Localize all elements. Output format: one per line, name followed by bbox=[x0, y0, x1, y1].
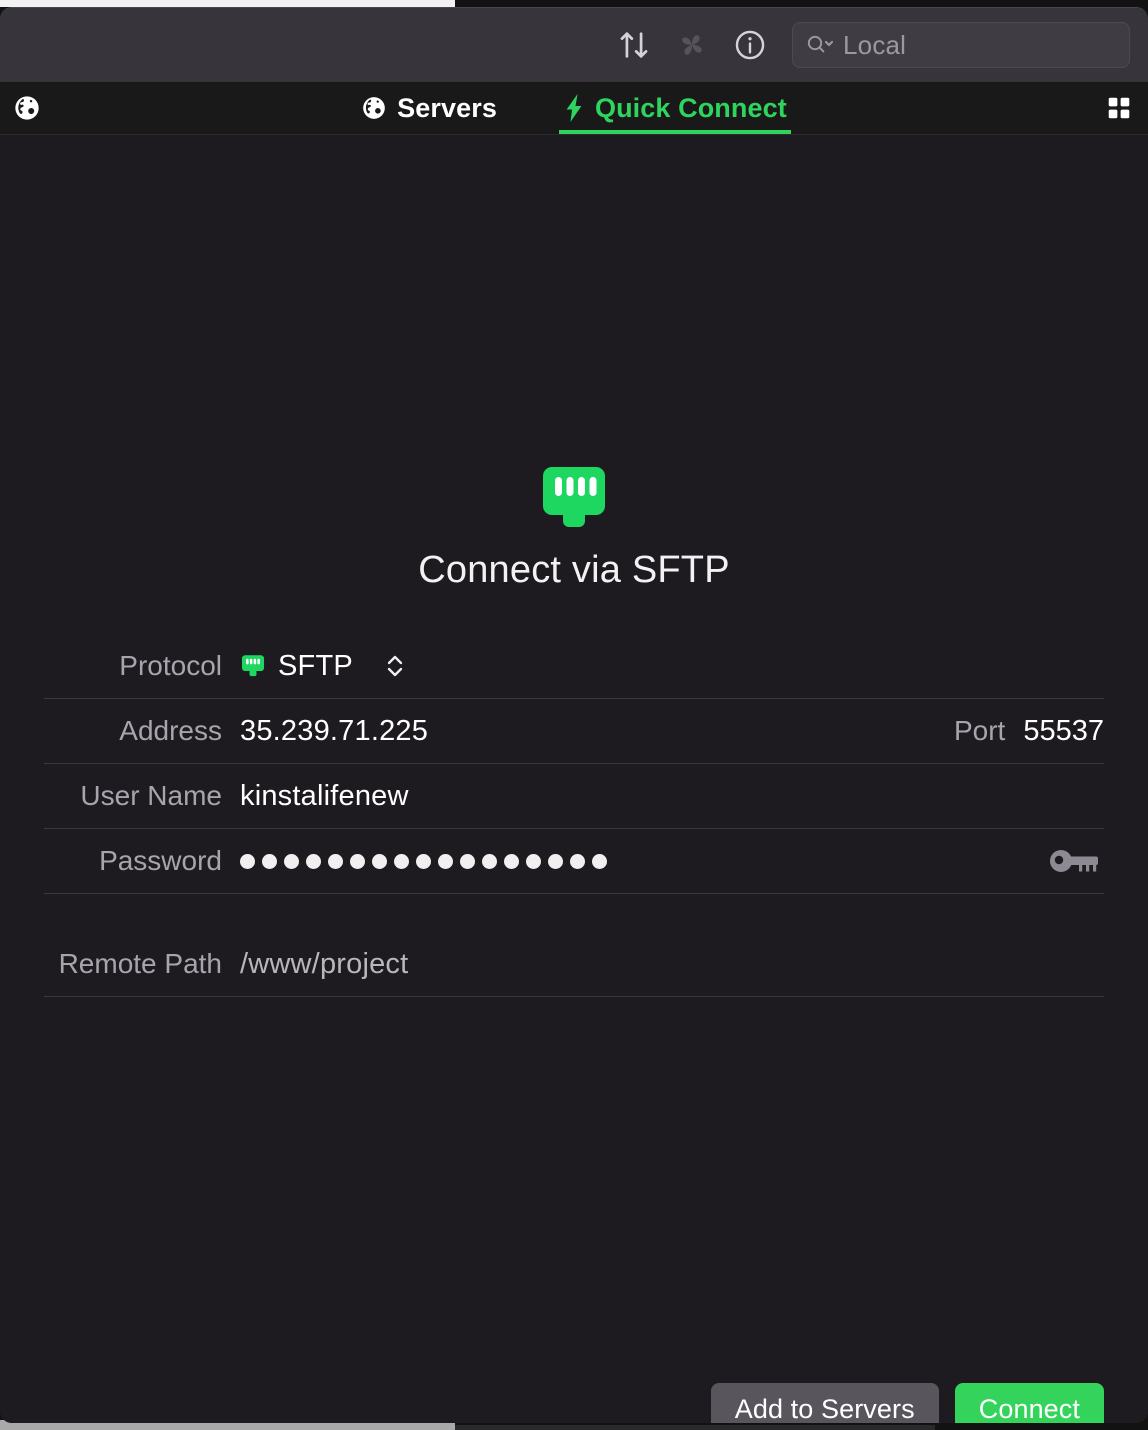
port-label: Port bbox=[953, 715, 1006, 746]
password-dot bbox=[460, 853, 475, 869]
connect-button[interactable]: Connect bbox=[954, 1383, 1104, 1423]
background-window-bottom-strip-secondary bbox=[455, 1425, 935, 1430]
password-dot bbox=[328, 853, 343, 869]
globe-icon bbox=[361, 95, 387, 121]
address-label: Address bbox=[119, 715, 222, 746]
lightning-bolt-icon bbox=[563, 94, 585, 122]
info-circle-icon[interactable] bbox=[724, 22, 776, 68]
app-window: Local Servers Quick Connect Connect via … bbox=[0, 7, 1148, 1423]
key-icon[interactable] bbox=[1048, 846, 1102, 876]
protocol-label: Protocol bbox=[119, 650, 222, 681]
sftp-plug-icon bbox=[240, 654, 266, 678]
tab-quick-connect-label: Quick Connect bbox=[594, 92, 787, 123]
username-label: User Name bbox=[80, 780, 222, 811]
password-dot bbox=[570, 853, 585, 869]
tab-servers[interactable]: Servers bbox=[357, 82, 501, 134]
page-title: Connect via SFTP bbox=[418, 549, 730, 591]
password-dot bbox=[394, 853, 409, 869]
form-row-protocol: Protocol SFTP bbox=[44, 634, 1104, 699]
globe-icon[interactable] bbox=[10, 91, 44, 125]
search-placeholder-text: Local bbox=[843, 29, 907, 60]
search-icon bbox=[805, 32, 835, 58]
background-window-top-strip bbox=[0, 0, 455, 7]
password-dot bbox=[240, 853, 255, 869]
password-dot bbox=[262, 853, 277, 869]
password-dot bbox=[416, 853, 431, 869]
form-row-address: Address 35.239.71.225 Port 55537 bbox=[44, 699, 1104, 764]
form-actions: Add to Servers Connect bbox=[710, 1383, 1104, 1423]
password-input[interactable] bbox=[240, 853, 607, 869]
password-dot bbox=[482, 853, 497, 869]
password-label: Password bbox=[99, 845, 222, 876]
form-spacer bbox=[44, 894, 1104, 932]
grid-layout-icon[interactable] bbox=[1104, 93, 1134, 123]
tab-list: Servers Quick Connect bbox=[357, 82, 791, 134]
password-dot bbox=[438, 853, 453, 869]
tab-servers-label: Servers bbox=[397, 92, 497, 123]
remote-path-input[interactable]: /www/project bbox=[240, 948, 408, 981]
transfer-arrows-icon[interactable] bbox=[608, 22, 660, 68]
tab-quick-connect[interactable]: Quick Connect bbox=[558, 82, 791, 134]
protocol-select[interactable]: SFTP bbox=[240, 650, 405, 683]
form-row-username: User Name kinstalifenew bbox=[44, 764, 1104, 829]
connection-form: Protocol SFTP Address 35.239.71.225 Port… bbox=[44, 634, 1104, 997]
password-dot bbox=[548, 853, 563, 869]
form-row-remote-path: Remote Path /www/project bbox=[44, 932, 1104, 997]
search-input[interactable]: Local bbox=[792, 22, 1130, 68]
password-dot bbox=[284, 853, 299, 869]
password-dot bbox=[592, 853, 607, 869]
port-input[interactable]: 55537 bbox=[1023, 715, 1104, 748]
username-input[interactable]: kinstalifenew bbox=[240, 780, 409, 813]
password-dot bbox=[504, 853, 519, 869]
password-dot bbox=[306, 853, 321, 869]
pinwheel-icon[interactable] bbox=[666, 22, 718, 68]
remote-path-label: Remote Path bbox=[58, 948, 222, 979]
tab-bar: Servers Quick Connect bbox=[0, 82, 1148, 135]
toolbar: Local bbox=[0, 8, 1148, 82]
chevron-up-down-icon[interactable] bbox=[385, 651, 405, 681]
protocol-value: SFTP bbox=[278, 649, 353, 682]
sftp-plug-icon bbox=[533, 453, 615, 535]
quick-connect-panel: Connect via SFTP Protocol SFTP Address 3… bbox=[0, 453, 1148, 1423]
port-group: Port 55537 bbox=[954, 715, 1104, 748]
add-to-servers-button[interactable]: Add to Servers bbox=[710, 1383, 939, 1423]
password-dot bbox=[350, 853, 365, 869]
password-dot bbox=[372, 853, 387, 869]
form-row-password: Password bbox=[44, 829, 1104, 894]
address-input[interactable]: 35.239.71.225 bbox=[240, 715, 428, 748]
password-dot bbox=[526, 853, 541, 869]
